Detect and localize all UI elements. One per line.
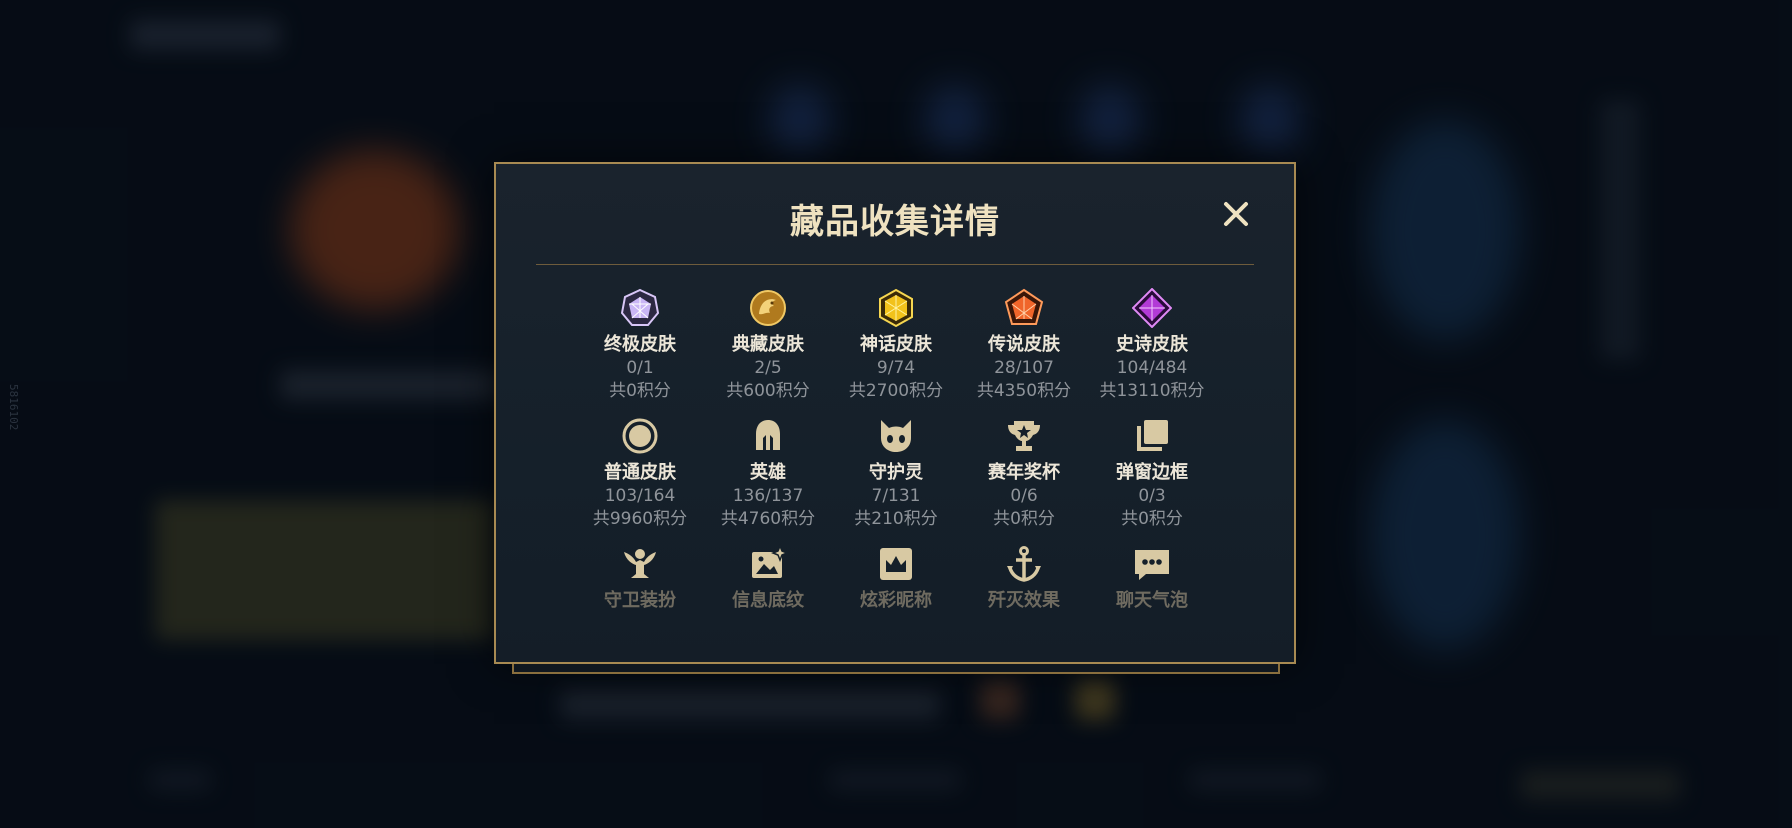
category-points: 共2700积分 <box>848 381 944 401</box>
category-name: 史诗皮肤 <box>1116 334 1188 355</box>
crown-badge-icon <box>874 542 918 586</box>
category-count: 9/74 <box>876 358 916 378</box>
category-mythic-skin[interactable]: 神话皮肤 9/74 共2700积分 <box>832 286 960 406</box>
category-name: 神话皮肤 <box>860 334 932 355</box>
category-count: 136/137 <box>732 486 804 506</box>
category-name: 终极皮肤 <box>604 334 676 355</box>
modal-title: 藏品收集详情 <box>790 202 1000 242</box>
category-name: 传说皮肤 <box>988 334 1060 355</box>
mythic-gem-icon <box>874 286 918 330</box>
category-name: 普通皮肤 <box>604 462 676 483</box>
category-prestige-skin[interactable]: 典藏皮肤 2/5 共600积分 <box>704 286 832 406</box>
image-sparkle-icon <box>746 542 790 586</box>
category-points: 共4350积分 <box>976 381 1072 401</box>
title-divider <box>536 264 1254 265</box>
category-count: 2/5 <box>754 358 782 378</box>
category-count: 0/3 <box>1138 486 1166 506</box>
category-name: 赛年奖杯 <box>988 462 1060 483</box>
trophy-icon <box>1002 414 1046 458</box>
category-count: 0/1 <box>626 358 654 378</box>
category-name: 英雄 <box>750 462 786 483</box>
frame-cards-icon <box>1130 414 1174 458</box>
modal-bottom-trim <box>512 664 1280 674</box>
category-name: 典藏皮肤 <box>732 334 804 355</box>
chat-bubble-icon <box>1130 542 1174 586</box>
collection-details-modal: 藏品收集详情 终极皮肤 0/1 共0积分 典藏皮肤 2/5 共600积分 神话皮… <box>494 162 1296 664</box>
category-points: 共600积分 <box>726 381 810 401</box>
category-count: 0/6 <box>1010 486 1038 506</box>
category-name: 歼灭效果 <box>988 590 1060 611</box>
category-count: 104/484 <box>1116 358 1188 378</box>
category-ultimate-skin[interactable]: 终极皮肤 0/1 共0积分 <box>576 286 704 406</box>
category-name: 聊天气泡 <box>1116 590 1188 611</box>
category-kill-effect[interactable]: 歼灭效果 <box>960 542 1088 662</box>
category-guardian-spirit[interactable]: 守护灵 7/131 共210积分 <box>832 414 960 534</box>
category-points: 共0积分 <box>993 509 1055 529</box>
category-champion[interactable]: 英雄 136/137 共4760积分 <box>704 414 832 534</box>
collection-grid: 终极皮肤 0/1 共0积分 典藏皮肤 2/5 共600积分 神话皮肤 9/74 … <box>576 286 1216 662</box>
category-colorful-nickname[interactable]: 炫彩昵称 <box>832 542 960 662</box>
category-points: 共0积分 <box>609 381 671 401</box>
ward-icon <box>618 542 662 586</box>
category-points: 共4760积分 <box>720 509 816 529</box>
category-points: 共13110积分 <box>1099 381 1205 401</box>
category-points: 共9960积分 <box>592 509 688 529</box>
category-points: 共210积分 <box>854 509 938 529</box>
legendary-gem-icon <box>1002 286 1046 330</box>
category-count: 103/164 <box>604 486 676 506</box>
close-icon <box>1224 202 1248 226</box>
helmet-icon <box>746 414 790 458</box>
category-name: 信息底纹 <box>732 590 804 611</box>
category-legendary-skin[interactable]: 传说皮肤 28/107 共4350积分 <box>960 286 1088 406</box>
category-count: 7/131 <box>871 486 921 506</box>
category-info-background[interactable]: 信息底纹 <box>704 542 832 662</box>
category-points: 共0积分 <box>1121 509 1183 529</box>
guardian-spirit-icon <box>874 414 918 458</box>
close-button[interactable] <box>1220 198 1252 230</box>
category-name: 炫彩昵称 <box>860 590 932 611</box>
category-season-trophy[interactable]: 赛年奖杯 0/6 共0积分 <box>960 414 1088 534</box>
circle-icon <box>618 414 662 458</box>
category-epic-skin[interactable]: 史诗皮肤 104/484 共13110积分 <box>1088 286 1216 406</box>
category-ward-skin[interactable]: 守卫装扮 <box>576 542 704 662</box>
category-name: 守护灵 <box>869 462 923 483</box>
epic-gem-icon <box>1130 286 1174 330</box>
category-name: 弹窗边框 <box>1116 462 1188 483</box>
dragon-emblem-icon <box>746 286 790 330</box>
anchor-icon <box>1002 542 1046 586</box>
ultimate-gem-icon <box>618 286 662 330</box>
category-count: 28/107 <box>994 358 1054 378</box>
category-popup-frame[interactable]: 弹窗边框 0/3 共0积分 <box>1088 414 1216 534</box>
category-chat-bubble[interactable]: 聊天气泡 <box>1088 542 1216 662</box>
category-normal-skin[interactable]: 普通皮肤 103/164 共9960积分 <box>576 414 704 534</box>
category-name: 守卫装扮 <box>604 590 676 611</box>
